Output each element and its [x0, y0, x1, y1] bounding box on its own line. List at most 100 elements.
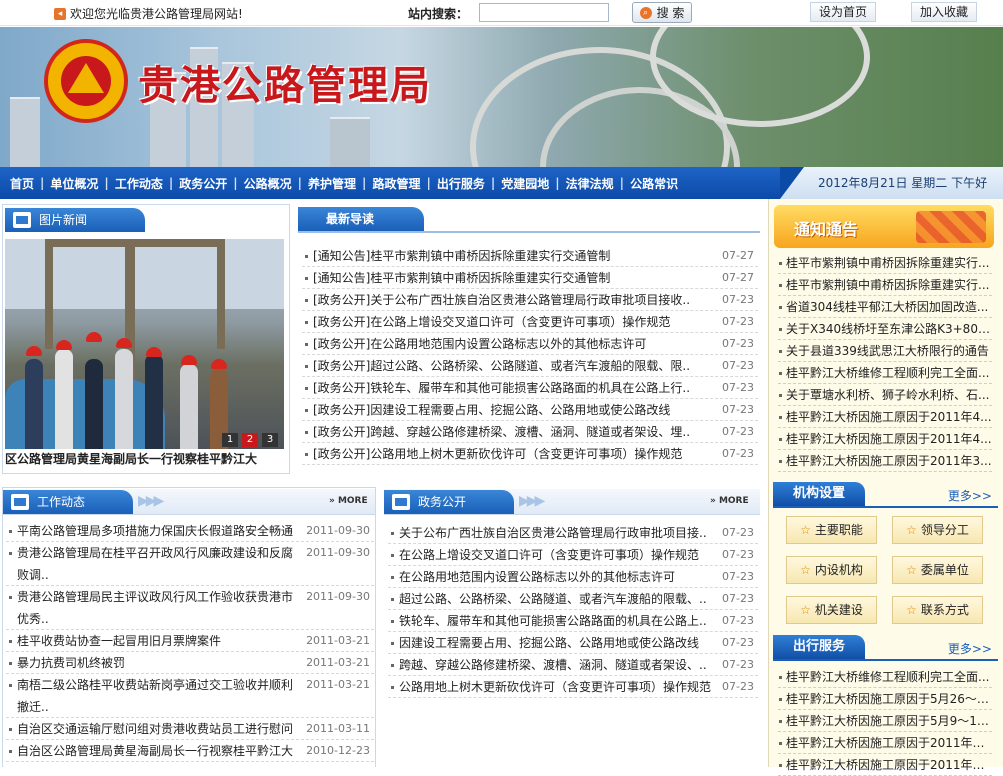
latest-item[interactable]: [政务公开]关于公布广西壮族自治区贵港公路管理局行政审批项目接收.. 07-23	[302, 289, 758, 311]
latest-item[interactable]: [政务公开]公路用地上树木更新砍伐许可（含变更许可事项）操作规范 07-23	[302, 443, 758, 465]
work-item-text[interactable]: 贵港公路管理局民主评议政风行风工作验收获贵港市	[17, 590, 293, 604]
work-item-title[interactable]: 暴力抗费司机终被罚	[6, 652, 296, 674]
gov-item[interactable]: 关于公布广西壮族自治区贵港公路管理局行政审批项目接.. 07-23	[388, 522, 758, 544]
work-item[interactable]: 暴力抗费司机终被罚 2011-03-21	[6, 652, 374, 674]
work-item[interactable]: 贵港公路管理局在桂平召开政风行风廉政建设和反腐 败调.. 2011-09-30	[6, 542, 374, 586]
org-button[interactable]: ☆ 委属单位	[892, 556, 983, 584]
notice-item[interactable]: 桂平黔江大桥维修工程顺利完工全面...	[778, 362, 992, 384]
gov-more-link[interactable]: » MORE	[710, 496, 749, 506]
notice-item[interactable]: 省道304线桂平郁江大桥因加固改造...	[778, 296, 992, 318]
nav-road-knowledge[interactable]: 公路常识	[624, 175, 684, 192]
work-item[interactable]: 贵港公路管理局民主评议政风行风工作验收获贵港市 优秀.. 2011-09-30	[6, 586, 374, 630]
latest-item[interactable]: [政务公开]在公路上增设交叉道口许可（含变更许可事项）操作规范 07-23	[302, 311, 758, 333]
gov-item-title[interactable]: 因建设工程需要占用、挖掘公路、公路用地或使公路改线	[388, 632, 699, 653]
work-item-text[interactable]: 贵港公路管理局在桂平召开政风行风廉政建设和反腐	[17, 546, 293, 560]
latest-item[interactable]: [政务公开]因建设工程需要占用、挖掘公路、公路用地或使公路改线 07-23	[302, 399, 758, 421]
gov-item-title[interactable]: 铁轮车、履带车和其他可能损害公路路面的机具在公路上..	[388, 610, 707, 631]
photo-news-caption[interactable]: 区公路管理局黄星海副局长一行视察桂平黔江大	[5, 450, 290, 468]
nav-road-admin[interactable]: 路政管理	[366, 175, 426, 192]
latest-item-text[interactable]: [政务公开]在公路上增设交叉道口许可（含变更许可事项）操作规范	[302, 311, 670, 332]
org-button[interactable]: ☆ 机关建设	[786, 596, 877, 624]
travel-more-link[interactable]: 更多>>	[948, 640, 992, 657]
org-button[interactable]: ☆ 主要职能	[786, 516, 877, 544]
travel-item[interactable]: 桂平黔江大桥因施工原因于5月9～13...	[778, 710, 992, 732]
latest-item[interactable]: [政务公开]超过公路、公路桥梁、公路隧道、或者汽车渡船的限载、限.. 07-23	[302, 355, 758, 377]
nav-home[interactable]: 首页	[4, 175, 40, 192]
nav-maintenance[interactable]: 养护管理	[302, 175, 362, 192]
work-item-text-cont[interactable]: 败调..	[17, 568, 49, 582]
latest-item[interactable]: [政务公开]跨越、穿越公路修建桥梁、渡槽、涵洞、隧道或者架设、埋.. 07-23	[302, 421, 758, 443]
notice-item[interactable]: 关于县道339线武思江大桥限行的通告	[778, 340, 992, 362]
nav-unit-overview[interactable]: 单位概况	[44, 175, 104, 192]
gov-item-title[interactable]: 超过公路、公路桥梁、公路隧道、或者汽车渡船的限载、..	[388, 588, 707, 609]
gov-item[interactable]: 铁轮车、履带车和其他可能损害公路路面的机具在公路上.. 07-23	[388, 610, 758, 632]
work-item-title[interactable]: 贵港公路管理局在桂平召开政风行风廉政建设和反腐 败调..	[6, 542, 296, 586]
work-item-title[interactable]: 桂平收费站协查一起冒用旧月票牌案件	[6, 630, 296, 652]
latest-item-title[interactable]: 公路用地上树木更新砍伐许可（含变更许可事项）操作规范	[370, 447, 682, 461]
latest-item-text[interactable]: [政务公开]公路用地上树木更新砍伐许可（含变更许可事项）操作规范	[302, 443, 682, 464]
latest-item[interactable]: [政务公开]铁轮车、履带车和其他可能损害公路路面的机具在公路上行.. 07-23	[302, 377, 758, 399]
nav-road-overview[interactable]: 公路概况	[238, 175, 298, 192]
latest-item-title[interactable]: 因建设工程需要占用、挖掘公路、公路用地或使公路改线	[370, 403, 670, 417]
gov-item[interactable]: 超过公路、公路桥梁、公路隧道、或者汽车渡船的限载、.. 07-23	[388, 588, 758, 610]
latest-item-text[interactable]: [政务公开]关于公布广西壮族自治区贵港公路管理局行政审批项目接收..	[302, 289, 690, 310]
set-homepage-button[interactable]: 设为首页	[810, 2, 877, 22]
latest-item[interactable]: [政务公开]在公路用地范围内设置公路标志以外的其他标志许可 07-23	[302, 333, 758, 355]
work-item-title[interactable]: 自治区交通运输厅慰问组对贵港收费站员工进行慰问	[6, 718, 296, 740]
work-item-text-cont[interactable]: 撤迁..	[17, 700, 49, 714]
gov-item[interactable]: 在公路上增设交叉道口许可（含变更许可事项）操作规范 07-23	[388, 544, 758, 566]
work-item[interactable]: 南梧二级公路桂平收费站新岗亭通过交工验收并顺利 撤迁.. 2011-03-21	[6, 674, 374, 718]
photo-page-3[interactable]: 3	[262, 433, 278, 447]
latest-item[interactable]: [通知公告]桂平市紫荆镇中甫桥因拆除重建实行交通管制 07-27	[302, 267, 758, 289]
notice-item[interactable]: 桂平市紫荆镇中甫桥因拆除重建实行...	[778, 274, 992, 296]
notice-item[interactable]: 桂平黔江大桥因施工原因于2011年4...	[778, 406, 992, 428]
latest-item-text[interactable]: [政务公开]超过公路、公路桥梁、公路隧道、或者汽车渡船的限载、限..	[302, 355, 690, 376]
gov-item[interactable]: 跨越、穿越公路修建桥梁、渡槽、涵洞、隧道或者架设、.. 07-23	[388, 654, 758, 676]
latest-item-text[interactable]: [政务公开]在公路用地范围内设置公路标志以外的其他标志许可	[302, 333, 646, 354]
gov-item-title[interactable]: 跨越、穿越公路修建桥梁、渡槽、涵洞、隧道或者架设、..	[388, 654, 707, 675]
work-item[interactable]: 桂平收费站协查一起冒用旧月票牌案件 2011-03-21	[6, 630, 374, 652]
gov-item-title[interactable]: 在公路用地范围内设置公路标志以外的其他标志许可	[388, 566, 675, 587]
photo-page-2[interactable]: 2	[242, 433, 258, 447]
latest-item-title[interactable]: 桂平市紫荆镇中甫桥因拆除重建实行交通管制	[370, 271, 610, 285]
gov-item-title[interactable]: 公路用地上树木更新砍伐许可（含变更许可事项）操作规范	[388, 676, 711, 697]
org-button[interactable]: ☆ 领导分工	[892, 516, 983, 544]
gov-item[interactable]: 因建设工程需要占用、挖掘公路、公路用地或使公路改线 07-23	[388, 632, 758, 654]
latest-item-title[interactable]: 在公路上增设交叉道口许可（含变更许可事项）操作规范	[370, 315, 670, 329]
gov-item-title[interactable]: 在公路上增设交叉道口许可（含变更许可事项）操作规范	[388, 544, 699, 565]
latest-item-title[interactable]: 超过公路、公路桥梁、公路隧道、或者汽车渡船的限载、限..	[370, 359, 690, 373]
work-item[interactable]: 平南公路管理局多项措施力保国庆长假道路安全畅通 2011-09-30	[6, 520, 374, 542]
gov-item[interactable]: 在公路用地范围内设置公路标志以外的其他标志许可 07-23	[388, 566, 758, 588]
work-item-text[interactable]: 平南公路管理局多项措施力保国庆长假道路安全畅通	[17, 524, 293, 538]
work-item-text[interactable]: 自治区公路管理局黄星海副局长一行视察桂平黔江大	[17, 744, 293, 758]
work-item-title[interactable]: 平南公路管理局多项措施力保国庆长假道路安全畅通	[6, 520, 296, 542]
add-favorite-button[interactable]: 加入收藏	[911, 2, 978, 22]
latest-item-title[interactable]: 桂平市紫荆镇中甫桥因拆除重建实行交通管制	[370, 249, 610, 263]
org-button[interactable]: ☆ 联系方式	[892, 596, 983, 624]
search-input[interactable]	[479, 3, 609, 22]
nav-laws[interactable]: 法律法规	[560, 175, 620, 192]
latest-item-text[interactable]: [通知公告]桂平市紫荆镇中甫桥因拆除重建实行交通管制	[302, 245, 610, 266]
work-more-link[interactable]: » MORE	[329, 496, 368, 506]
work-item-title[interactable]: 贵港公路管理局民主评议政风行风工作验收获贵港市 优秀..	[6, 586, 296, 630]
nav-work-news[interactable]: 工作动态	[109, 175, 169, 192]
notice-item[interactable]: 桂平市紫荆镇中甫桥因拆除重建实行...	[778, 252, 992, 274]
notice-item[interactable]: 关于X340线桥圩至东津公路K3+800松...	[778, 318, 992, 340]
nav-party[interactable]: 党建园地	[495, 175, 555, 192]
notice-item[interactable]: 关于覃塘水利桥、狮子岭水利桥、石...	[778, 384, 992, 406]
work-item-text[interactable]: 自治区交通运输厅慰问组对贵港收费站员工进行慰问	[17, 722, 293, 736]
work-item-text[interactable]: 南梧二级公路桂平收费站新岗亭通过交工验收并顺利	[17, 678, 293, 692]
latest-item-title[interactable]: 关于公布广西壮族自治区贵港公路管理局行政审批项目接收..	[370, 293, 690, 307]
travel-item[interactable]: 桂平黔江大桥因施工原因于2011年4月...	[778, 754, 992, 776]
latest-item-text[interactable]: [通知公告]桂平市紫荆镇中甫桥因拆除重建实行交通管制	[302, 267, 610, 288]
latest-item-title[interactable]: 跨越、穿越公路修建桥梁、渡槽、涵洞、隧道或者架设、埋..	[370, 425, 690, 439]
work-item-text-cont[interactable]: 优秀..	[17, 612, 49, 626]
travel-item[interactable]: 桂平黔江大桥维修工程顺利完工全面...	[778, 666, 992, 688]
nav-gov-affairs[interactable]: 政务公开	[173, 175, 233, 192]
search-button[interactable]: ⌕ 搜 索	[632, 2, 692, 23]
travel-item[interactable]: 桂平黔江大桥因施工原因于2011年4月...	[778, 732, 992, 754]
latest-item-text[interactable]: [政务公开]因建设工程需要占用、挖掘公路、公路用地或使公路改线	[302, 399, 670, 420]
org-button[interactable]: ☆ 内设机构	[786, 556, 877, 584]
work-item-text[interactable]: 暴力抗费司机终被罚	[17, 656, 125, 670]
latest-item-title[interactable]: 铁轮车、履带车和其他可能损害公路路面的机具在公路上行..	[370, 381, 690, 395]
